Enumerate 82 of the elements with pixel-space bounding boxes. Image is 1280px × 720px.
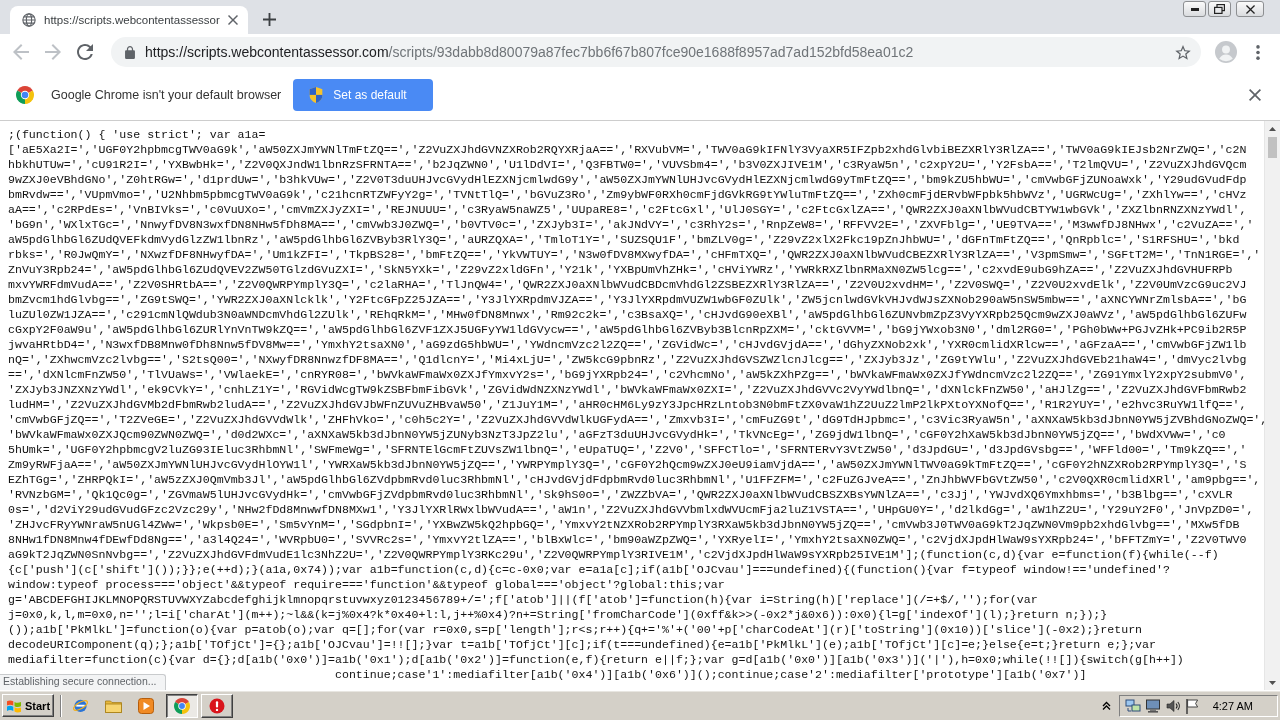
code-line: bmZvcm1hdGlvbg==','ZG9tSWQ=','YWR2ZXJ0aXNlcklk','Y2FtcGFpZ25JZA==','Y3JlYXRpdmVJZA==','Y3JlYXRpdmVUZW1wbGF0ZUlk','ZW5jcnlwdGVkVHJvdWJsZXNob290aW5nSW5mbw==','aXNCYWNrZmlsbA==','bG (8, 293, 1247, 308)
play-icon (138, 697, 155, 714)
code-line: 8NHw1fDN8Mnw4fDEwfDd8Ng==','a3l4Q24=','WVRpbU0=','SVVRc2s=','YmxvY2tlZA==','blBxWlc=','bm90aWZpZWQ=','YXRyelI=','YmxhY2tsaXN0ZWQ=','c2VjdXJpdHlWaW9sYXRpb24=','bFFTZmY=','Z2V0TWV0 (8, 533, 1247, 548)
speaker-icon[interactable] (1164, 697, 1181, 714)
minimize-icon (1190, 7, 1199, 11)
code-line: ['aE5Xa2I=','UGF0Y2hpbmcgTWV0aG9k','aW50ZXJmYWNlTmFtZQ==','Z2VuZXJhdGVNZXRob2RQYXRjaA==','RXVubVM=','TWV0aG9kIFNlY3VyaXR5IFZpb2xhdGlvbiBEZXRlY3RlZA==','TWV0aG9kIEJsb2NrZWQ=','c2N (8, 143, 1247, 158)
restore-button[interactable] (1208, 1, 1231, 17)
star-icon[interactable] (1175, 44, 1191, 60)
window-close-button[interactable] (1236, 1, 1264, 17)
code-line: 'ZHJvcFRyYWNraW5nUGl4ZWw=','Wkpsb0E=','Sm5vYnM=','SGdpbnI=','YXBwZW5kQ2hpbGQ=','YmxvY2tNZXRob2RPYmplY3RXaW5kb3dJbnN0YW5jZQ==','cmVwb3J0TWV0aG9kT2JqZWN0Vm9pb2xhdGlvbg==','MXw5fDB (8, 518, 1240, 533)
code-line: 5hUmk=','UGF0Y2hpbmcgV2luZG93IEluc3RhbmNl','SWFmeWg=','SFRNTElGcmFtZUVsZW1lbnQ=','eUpaTUQ=','Z2V0','SFFCTlo=','SFRNTERvY3VtZW50','d3JpdGU=','d3JpdGVsbg==','WFFld00=','Tm9kZQ==',' (8, 443, 1247, 458)
code-line: mxvYWRFdmVudA==','Z2V0SHRtbA==','Z2V0QWRPYmplY3Q=','c2laRHA=','TlJnQW4=','QWR2ZXJ0aXNlbWVudCBDcmVhdGl2ZSBEZXRlY3RlZA==','Z2V0U2xvdHM=','Z2V0SWQ=','Z2V0U2xvdElk','Z2V0UmVzcG9uc2VJ (8, 278, 1247, 293)
code-line: mediafilter=function(c){var d={};d[a1b('0x0')]=a1b('0x1');d[a1b('0x2')]=function(e,f){return e||f;};var g=d[a1b('0x0')][a1b('0x3')]('|'),h=0x0;while(!![]){switch(g[h++]) (8, 653, 1184, 668)
code-line: rbks=','R0JwQmY=','NXwzfDF8NHwyfDA=','Um1kZFI=','TkpBS28=','bmFtZQ==','YkVWTUY=','N3w0fDV8MXwyfDA=','cHFmTXQ=','QWR2ZXJ0aXNlbWVudCBEZXRlY3RlZA==','V3pmSmw=','SGFtT2M=','TnN1RGE=',' (8, 248, 1261, 263)
code-line: ;(function() { 'use strict'; var a1a= (8, 128, 266, 143)
browser-logo-icon (16, 86, 34, 104)
flag-icon[interactable] (1184, 697, 1199, 714)
url-text: https://scripts.webcontentassessor.com/scripts/93dabb8d80079a87fec7bb6f67b807fce90e1688f8957ad7ad152bfd58ea01c2 (145, 44, 915, 60)
menu-icon (1256, 44, 1260, 60)
code-line: 0s=','d2ViY29udGVudGFzc2Vzc29y','NHw2fDd8MnwwfDN8MXw1','Y3JlYXRlRWxlbWVudA==','aW1n','Z2VuZXJhdGVVbmlxdWVUcmFja2luZ1VSTA==','UHpGU0Y=','d2lkdGg=','aW1hZ2U=','Y29uY2F0','JnVpZD0=', (8, 503, 1254, 518)
avatar-icon (1215, 41, 1237, 63)
code-line: j=0x0,k,l,m=0x0,n='';l=i['charAt'](m++);~l&&(k=j%0x4?k*0x40+l:l,j++%0x4)?n+=String['fromCharCode'](0xff&k>>(-0x2*j&0x6)):0x0){l=g['indexOf'](l);}return n;});} (8, 608, 1108, 623)
back-arrow-icon (13, 44, 29, 60)
code-line: aG9kT2JqZWN0SnNvbg==','Z2VuZXJhdGVFdmVudE1lc3NhZ2U=','Z2V0QWRPYmplY3RKc29u','Z2V0QWRPYmplY3RIVE1M','c2VjdXJpdHlWaW9sYXRpb25IVE1M'];(function(c,d){var e=function(f){while(--f) (8, 548, 1219, 563)
code-line: ==','dXNlcmFnZW50','TlVUaWs=','VWlaekE=','cnRYR08=','bWVkaWFmaWx0ZXJfYmxvY2s=','bG9jYXRpb24=','c2VhcmNo','aW5kZXhPZg==','bWVkaWFmaWx0ZXJfYWdncmVzc2l2ZQ==','ZG91YmxlY2xpY2submV0', (8, 368, 1247, 383)
code-line: 'bG9n','WXlxTGc=','NnwyfDV8N3wxfDN8NHw5fDh8MA==','cmVwb3J0ZWQ=','b0VTV0c=','ZXJyb3I=','akJNdVY=','c3RhY2s=','RnpZeW8=','RFFVV2E=','ZXVFblg=','UE9TVA==','M3wwfDJ8NHwx','c2VuZA==',' (8, 218, 1254, 233)
clock: 4:27 AM (1212, 699, 1253, 712)
code-line: bmRvdw==','VUpmVmo=','U2Nhbm5pbmcgTWV0aG9k','c21hcnRTZWFyY2g=','TVNtTlQ=','bGVuZ3Ro','Zm9ybWF0RXh0cmFjdGVkRG9tYWluTmFtZQ==','ZXh0cmFjdERvbWFpbk5hbWVz','UGRWcUg=','ZXhlYw==','cHVz (8, 188, 1247, 203)
code-line: nQ=','ZXhwcmVzc2lvbg==','S2tsQ00=','NXwyfDR8NnwzfDF8MA==','Q1dlcnY=','Mi4xLjU=','ZW5kcG9pbnRz','Z2VuZXJhdGVSZWZlcnJlcg==','ZXJyb3Jz','ZG9tYWlu','Z2VuZXJhdGVEb21haW4=','dmVyc2lvbg (8, 353, 1247, 368)
infobar-message: Google Chrome isn't your default browser (51, 88, 282, 102)
folder-icon (104, 698, 122, 713)
plus-icon (262, 12, 276, 26)
code-line: aW5pdGlhbGl6ZUdQVEFkdmVydGlzZW1lbnRz','aW5pdGlhbGl6ZVByb3RlY3Q=','aURZQXA=','TmloT1Y=','SUZSQU1F','bmZLV0g=','Z29vZ2xlX2Fkc19pZnJhbWU=','dGFnTmFtZQ==','QnRpblc=','S1RFSHU=','bkd (8, 233, 1240, 248)
code-line: Zm9yRWFjaA==','aW50ZXJmYWNlUHJvcGVydHlOYW1l','YWRXaW5kb3dJbnN0YW5jZQ==','YWRPYmplY3Q=','cGF0Y2hQcm9wZXJ0eU9iamVjdA==','aW50ZXJmYWNlTWV0aG9kTmFtZQ==','cGF0Y2hNZXRob2RPYmplY3Q=','S (8, 458, 1247, 473)
reload-icon (77, 44, 93, 60)
close-icon (228, 15, 239, 25)
address-bar[interactable]: https://scripts.webcontentassessor.com/scripts/93dabb8d80079a87fec7bb6f67b807fce90e1688f8957ad7ad152bfd58ea01c2 (111, 37, 1201, 67)
chevron-up-icon (1102, 701, 1112, 710)
code-line: {c['push'](c['shift']());}};e(++d);}(a1a,0x74));var a1b=function(c,d){c=c-0x0;var e=a1a[c];if(a1b['OJCvau']===undefined){(function(){var f=typeof window!=='undefined'? (8, 563, 1170, 578)
close-icon (1245, 4, 1255, 14)
code-line: continue;case'1':mediafilter[a1b('0x4')][a1b('0x6')]();continue;case'2':mediafilter['prototype'][a1b('0x7')] (335, 668, 1087, 683)
forward-arrow-icon (45, 44, 61, 60)
down-arrow-icon[interactable] (1269, 680, 1276, 685)
code-line: cGxpY2F0aW9u','aW5pdGlhbGl6ZURlYnVnTW9kZQ==','aW5pdGlhbGl6ZVF1ZXJ5UGFyYW1ldGVycw==','aW5pdGlhbGl6ZVByb3BlcnRpZXM=','cktGVVM=','bG9jYWxob3N0','dml2RG0=','PGh0bWw+PGJvZHk+PC9ib2R5P (8, 323, 1247, 338)
code-line: 'ZXJyb3JNZXNzYWdl','ek9CVkY=','cnhLZ1Y=','RGVidWcgTW9kZSBFbmFibGVk','ZGVidWdNZXNzYWdl','bWVkaWFmaWx0ZXI=','Z2VuZXJhdGVVc2VyYWdlbnQ=','dXNlckFnZW50','aHJlZg==','Z2VuZXJhdGVFbmRwb2 (8, 383, 1247, 398)
windows-flag-icon (6, 698, 22, 713)
globe-icon (22, 13, 36, 27)
scrollbar[interactable] (1264, 121, 1280, 690)
restore-icon (1214, 4, 1225, 14)
code-line: 9wZXJ0eVBhdGNo','Z0htRGw=','d1prdUw=','b3hkVUw=','Z2V0T3duUHJvcGVydHlEZXNjcmlwdG9y','aW50ZXJmYWNlUHJvcGVydHlEZXNjcmlwdG9yTmFtZQ==','bm9kZU5hbWU=','cmVwbGFjZUNoaWxk','Y29udGVudFdp (8, 173, 1247, 188)
tab-close-button[interactable] (227, 12, 239, 28)
minimize-button[interactable] (1183, 1, 1206, 17)
tab-title: https://scripts.webcontentassessor (44, 14, 220, 26)
code-line: jwvaHRtbD4=','N3wxfDB8Mnw0fDh8Nnw5fDV8Mw==','YmxhY2tsaXN0','aG9zdG5hbWU=','YWdncmVzc2l2ZQ==','ZGVidWc=','cHJvdGVjdA==','dGhyZXNob2xk','YXR0cmlidXRlcw==','aGFzaA==','cmVwbGFjZW1lb (8, 338, 1247, 353)
code-line: window:typeof process==='object'&&typeof require==='function'&&typeof global==='object'?global:this;var (8, 578, 725, 593)
monitor-icon[interactable] (1144, 697, 1161, 714)
alert-icon (209, 697, 226, 714)
browser-tab[interactable]: https://scripts.webcontentassessor (10, 6, 248, 34)
shield-icon (309, 87, 324, 103)
code-line: 'bWVkaWFmaWx0ZXJQcm90ZWN0ZWQ=','d0d2WXc=','aXNXaW5kb3dJbnN0YW5jZUNyb3NzT3JpZ2lu','aGFzT3duUHJvcGVydHk=','TkVNcEg=','ZG9jdW1lbnQ=','cGF0Y2hXaW5kb3dJbnN0YW5jZQ==','bWdXVWw=','c0 (8, 428, 1226, 443)
code-line: ZnVuY3Rpb24=','aW5pdGlhbGl6ZUdQVEV2ZW50TGlzdGVuZXI=','SkN5YXk=','Z29vZ2xldGFn','Y21k','YXBpUmVhZHk=','cHViYWRz','YWRkRXZlbnRMaXN0ZW5lcg==','c2xvdE9ubG9hZA==','Z2VuZXJhdGVHUFRPb (8, 263, 1233, 278)
code-line: g='ABCDEFGHIJKLMNOPQRSTUVWXYZabcdefghijklmnopqrstuvwxyz0123456789+/=';f['atob']||(f['atob']=function(h){var i=String(h)['replace'](/=+$/,'');for(var (8, 593, 1038, 608)
scrollbar-thumb[interactable] (1268, 137, 1277, 158)
close-icon (1249, 89, 1261, 101)
code-line: luZUl0ZW1JZA==','c291cmNlQWdub3N0aWNDcmVhdGl2ZUlk','REhqRkM=','MHw0fDN8Mnwx','Rm92c2k=','c3BsaXQ=','cHJvdG90eXBl','aW5pdGlhbGl6ZUNvbmZpZ3VyYXRpb25Qcm9wZXJ0aWVz','aW5pdGlhbGl6ZUFw (8, 308, 1247, 323)
up-arrow-icon[interactable] (1269, 126, 1276, 131)
status-bubble: Establishing secure connection... (0, 674, 166, 690)
infobar-close-button[interactable] (1247, 87, 1263, 103)
start-button[interactable]: Start (2, 694, 55, 717)
code-line: decodeURIComponent(q);};a1b['TOfjCt']={};a1b['OJCvau']=!![];}var t=a1b['TOfjCt'][c];if(t===undefined){e=a1b['PkMlkL'](e);a1b['TOfjCt'][c]=e;}else{e=t;}return e;};var (8, 638, 1156, 653)
code-line: EZhTGg=','ZHRPQkI=','aW5zZXJ0QmVmb3Jl','aW5pdGlhbGl6ZVdpbmRvd0luc3RhbmNl','cHJvdGVjdFdpbmRvd0luc3RhbmNl','U1FFZFM=','c2FuZGJveA==','ZnJhbWVFbGVtZW50','c2V0QXR0cmlidXRl','am9pbg==', (8, 473, 1261, 488)
code-line: aA==','c2RPdEs=','VnBIVks=','c0VuUXo=','cmVmZXJyZXI=','REJNUUU=','c3RyaW5naWZ5','UUpaRE8=','c2FtcGxl','UlJ0SGY=','c2FtcGxlZA==','QWR2ZXJ0aXNlbWVudCBTYW1wbGVk','ZXZlbnRNZXNzYWdl', (8, 203, 1247, 218)
lock-icon (125, 45, 135, 59)
code-line: 'cmVwbGFjZQ==','T2ZVeGE=','Z2VuZXJhdGVVdWlk','ZHFhVko=','c0h5c2Y=','Z2VuZXJhdGVVdWlkUGFydA==','Zmxvb3I=','cmFuZG9t','dG9TdHJpbmc=','c3Vic3RyaW5n','aXNXaW5kb3dJbnN0YW5jZVBhdGNoZWQ=', (8, 413, 1264, 428)
code-line: hbkhUTUw=','cU91R2I=','YXBwbHk=','Z2V0QXJndW1lbnRzSFRNTA==','b2JqZWN0','U1lDdVI=','Q3FBTW0=','VUVSbm4=','b3V0ZXJIVE1M','c3RyaW5n','c2xpY2U=','Y2FsbA==','T2lmQVU=','Z2VuZXJhdGVQcm (8, 158, 1247, 173)
code-line: ());a1b['PkMlkL']=function(o){var p=atob(o);var q=[];for(var r=0x0,s=p['length'];r<s;r++){q+='%'+('00'+p['charCodeAt'](r)['toString'](0x10))['slice'](-0x2);}return (8, 623, 1143, 638)
code-line: 'RVNzbGM=','Qk1Qc0g=','ZGVmaW5lUHJvcGVydHk=','cmVwbGFjZVdpbmRvd0luc3RhbmNl','Sk9hS0o=','ZWZZbVA=','QWR2ZXJ0aXNlbWVudCBSZXBsYWNlZA==','c3Jj','YWJvdXQ6Ymxhbms=','b3Blbg==','cXVLR (8, 488, 1233, 503)
network-icon[interactable] (1124, 697, 1141, 714)
browser-logo-icon (174, 697, 191, 714)
taskbar-button[interactable] (166, 693, 199, 718)
globe-ring-icon (71, 697, 89, 714)
code-line: ludHM=','Z2VuZXJhdGVMb2dFbmRwb2ludA==','Z2VuZXJhdGVJbWFnZUVuZHBvaW50','Z1JuY1M=','aHR0cHM6Ly9zY3JpcHRzLntob3N0bmFtZX0vaW1hZ2UuZ2lmP2lkPXtoYXNofQ==','R1R2YUY=','e2hvc3RuYW1lfQ==', (8, 398, 1247, 413)
